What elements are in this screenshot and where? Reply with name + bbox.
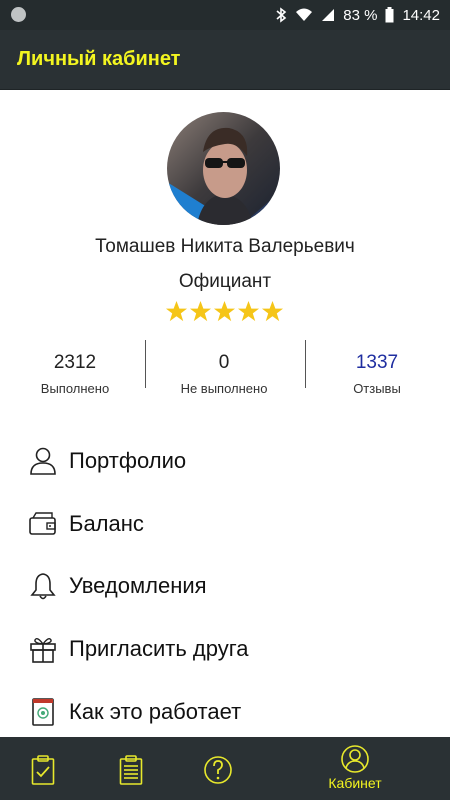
menu-item-portfolio[interactable]: Портфолио — [0, 430, 450, 492]
stat-reviews-value: 1337 — [355, 352, 399, 373]
nav-cabinet[interactable]: Кабинет — [305, 737, 405, 800]
nav-help[interactable] — [178, 737, 258, 800]
profile-role: Официант — [178, 271, 272, 292]
menu-item-label: Уведомления — [69, 573, 207, 598]
info-book-icon — [32, 698, 54, 726]
star-icon — [213, 300, 236, 322]
stat-completed-value: 2312 — [53, 352, 97, 373]
signal-icon — [322, 9, 335, 21]
wifi-icon — [296, 8, 313, 21]
stat-not-completed[interactable]: 0 Не выполнено — [149, 340, 299, 396]
stats-row: 2312 Выполнено 0 Не выполнено 1337 Отзыв… — [0, 340, 450, 400]
nav-tasks[interactable] — [0, 737, 88, 800]
stat-completed-label: Выполнено — [40, 381, 110, 396]
app-bar: Личный кабинет — [0, 30, 450, 90]
avatar[interactable] — [167, 112, 280, 225]
battery-percentage: 83 % — [343, 6, 378, 24]
clock: 14:42 — [402, 6, 440, 24]
stat-not-completed-label: Не выполнено — [180, 381, 268, 396]
menu-item-label: Пригласить друга — [69, 636, 249, 661]
nav-orders[interactable] — [88, 737, 178, 800]
clipboard-list-icon — [119, 755, 143, 785]
user-icon — [30, 447, 56, 475]
bottom-nav: Кабинет — [0, 737, 450, 800]
stat-reviews-label: Отзывы — [353, 381, 401, 396]
menu-item-balance[interactable]: Баланс — [0, 493, 450, 555]
profile-icon — [341, 745, 369, 773]
status-bar: 83 % 14:42 — [0, 0, 450, 30]
star-icon — [165, 300, 188, 322]
star-icon — [189, 300, 212, 322]
divider — [145, 340, 146, 388]
wallet-icon — [29, 512, 56, 535]
bell-icon — [30, 573, 56, 600]
rating-stars — [165, 300, 284, 323]
menu-item-notifications[interactable]: Уведомления — [0, 555, 450, 617]
menu-item-invite-friend[interactable]: Пригласить друга — [0, 618, 450, 680]
help-icon — [204, 756, 232, 784]
menu-item-label: Как это работает — [69, 699, 242, 724]
menu-item-label: Баланс — [69, 511, 144, 536]
notification-dot-icon — [11, 7, 26, 22]
page-title: Личный кабинет — [17, 48, 181, 70]
gift-icon — [30, 637, 56, 663]
menu-item-how-it-works[interactable]: Как это работает — [0, 681, 450, 743]
battery-icon — [385, 7, 394, 23]
stat-reviews[interactable]: 1337 Отзывы — [302, 340, 450, 396]
star-icon — [237, 300, 260, 322]
stat-completed[interactable]: 2312 Выполнено — [0, 340, 150, 396]
star-icon — [261, 300, 284, 322]
profile-name: Томашев Никита Валерьевич — [95, 236, 355, 257]
bluetooth-icon — [276, 7, 287, 23]
clipboard-check-icon — [31, 755, 55, 785]
stat-not-completed-value: 0 — [218, 352, 230, 373]
nav-cabinet-label: Кабинет — [328, 775, 382, 791]
menu-item-label: Портфолио — [69, 448, 187, 473]
status-bar-right: 83 % 14:42 — [275, 0, 440, 30]
